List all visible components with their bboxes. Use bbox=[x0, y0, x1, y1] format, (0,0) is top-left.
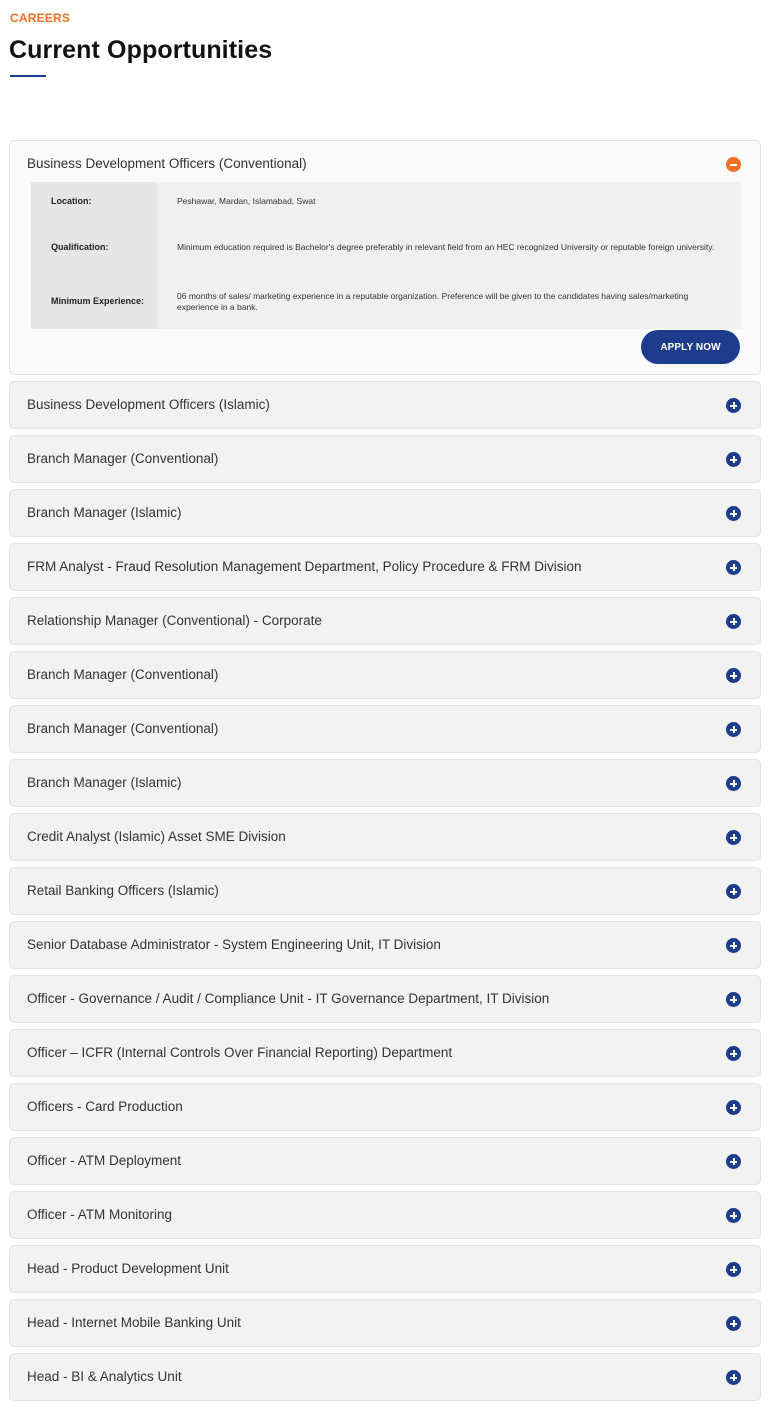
job-item[interactable]: Relationship Manager (Conventional) - Co… bbox=[9, 597, 761, 645]
detail-row-experience: Minimum Experience: 06 months of sales/ … bbox=[31, 274, 741, 329]
plus-circle-icon[interactable] bbox=[726, 1370, 741, 1385]
job-title[interactable]: Head - BI & Analytics Unit bbox=[27, 1354, 182, 1400]
job-title[interactable]: Officers - Card Production bbox=[27, 1084, 183, 1130]
job-item[interactable]: Branch Manager (Conventional) bbox=[9, 651, 761, 699]
job-title[interactable]: Branch Manager (Islamic) bbox=[27, 490, 182, 536]
job-title[interactable]: Business Development Officers (Islamic) bbox=[27, 382, 270, 428]
job-item[interactable]: Branch Manager (Conventional) bbox=[9, 435, 761, 483]
job-title[interactable]: Branch Manager (Conventional) bbox=[27, 706, 218, 752]
job-item[interactable]: Officer - ATM Monitoring bbox=[9, 1191, 761, 1239]
plus-circle-icon[interactable] bbox=[726, 398, 741, 413]
title-underline bbox=[10, 75, 46, 77]
job-title[interactable]: Head - Internet Mobile Banking Unit bbox=[27, 1300, 241, 1346]
plus-circle-icon[interactable] bbox=[726, 1208, 741, 1223]
plus-circle-icon[interactable] bbox=[726, 992, 741, 1007]
detail-value: 06 months of sales/ marketing experience… bbox=[177, 290, 689, 312]
plus-circle-icon[interactable] bbox=[726, 506, 741, 521]
job-title[interactable]: Branch Manager (Islamic) bbox=[27, 760, 182, 806]
plus-circle-icon[interactable] bbox=[726, 722, 741, 737]
job-title[interactable]: Officer – ICFR (Internal Controls Over F… bbox=[27, 1030, 452, 1076]
job-item[interactable]: Officer - Governance / Audit / Complianc… bbox=[9, 975, 761, 1023]
job-title[interactable]: Relationship Manager (Conventional) - Co… bbox=[27, 598, 322, 644]
page-title: Current Opportunities bbox=[9, 36, 273, 64]
plus-circle-icon[interactable] bbox=[726, 938, 741, 953]
job-item[interactable]: Branch Manager (Islamic) bbox=[9, 759, 761, 807]
plus-circle-icon[interactable] bbox=[726, 1046, 741, 1061]
job-item-expanded: Business Development Officers (Conventio… bbox=[9, 140, 761, 375]
plus-circle-icon[interactable] bbox=[726, 452, 741, 467]
job-title[interactable]: Retail Banking Officers (Islamic) bbox=[27, 868, 219, 914]
job-title[interactable]: Officer - ATM Deployment bbox=[27, 1138, 181, 1184]
plus-circle-icon[interactable] bbox=[726, 614, 741, 629]
plus-circle-icon[interactable] bbox=[726, 1154, 741, 1169]
detail-label: Location: bbox=[31, 182, 157, 220]
plus-circle-icon[interactable] bbox=[726, 884, 741, 899]
plus-circle-icon[interactable] bbox=[726, 560, 741, 575]
job-item[interactable]: Head - BI & Analytics Unit bbox=[9, 1353, 761, 1401]
job-accordion: Business Development Officers (Conventio… bbox=[9, 140, 761, 1407]
job-item[interactable]: Retail Banking Officers (Islamic) bbox=[9, 867, 761, 915]
plus-circle-icon[interactable] bbox=[726, 776, 741, 791]
minus-circle-icon[interactable] bbox=[726, 157, 741, 172]
job-item[interactable]: Officer - ATM Deployment bbox=[9, 1137, 761, 1185]
job-item[interactable]: Head - Internet Mobile Banking Unit bbox=[9, 1299, 761, 1347]
job-title[interactable]: Credit Analyst (Islamic) Asset SME Divis… bbox=[27, 814, 286, 860]
careers-eyebrow: CAREERS bbox=[10, 11, 71, 25]
job-title[interactable]: Officer - ATM Monitoring bbox=[27, 1192, 172, 1238]
job-item[interactable]: Senior Database Administrator - System E… bbox=[9, 921, 761, 969]
job-title[interactable]: Senior Database Administrator - System E… bbox=[27, 922, 441, 968]
detail-row-qualification: Qualification: Minimum education require… bbox=[31, 220, 741, 274]
job-title[interactable]: Officer - Governance / Audit / Complianc… bbox=[27, 976, 549, 1022]
job-title[interactable]: Branch Manager (Conventional) bbox=[27, 436, 218, 482]
plus-circle-icon[interactable] bbox=[726, 668, 741, 683]
job-item[interactable]: Officer – ICFR (Internal Controls Over F… bbox=[9, 1029, 761, 1077]
job-title[interactable]: Head - Product Development Unit bbox=[27, 1246, 229, 1292]
job-item[interactable]: Head - Product Development Unit bbox=[9, 1245, 761, 1293]
job-title[interactable]: FRM Analyst - Fraud Resolution Managemen… bbox=[27, 544, 581, 590]
job-title[interactable]: Business Development Officers (Conventio… bbox=[27, 141, 307, 187]
job-item[interactable]: Branch Manager (Islamic) bbox=[9, 489, 761, 537]
job-title[interactable]: Branch Manager (Conventional) bbox=[27, 652, 218, 698]
apply-now-button[interactable]: APPLY NOW bbox=[641, 330, 740, 364]
job-item[interactable]: Branch Manager (Conventional) bbox=[9, 705, 761, 753]
plus-circle-icon[interactable] bbox=[726, 1100, 741, 1115]
job-item[interactable]: FRM Analyst - Fraud Resolution Managemen… bbox=[9, 543, 761, 591]
plus-circle-icon[interactable] bbox=[726, 1316, 741, 1331]
detail-value: Minimum education required is Bachelor's… bbox=[177, 241, 715, 252]
job-item[interactable]: Credit Analyst (Islamic) Asset SME Divis… bbox=[9, 813, 761, 861]
plus-circle-icon[interactable] bbox=[726, 1262, 741, 1277]
detail-label: Qualification: bbox=[31, 220, 157, 274]
job-item[interactable]: Officers - Card Production bbox=[9, 1083, 761, 1131]
job-item[interactable]: Business Development Officers (Islamic) bbox=[9, 381, 761, 429]
job-details-table: Location: Peshawar, Mardan, Islamabad, S… bbox=[31, 182, 741, 329]
detail-value: Peshawar, Mardan, Islamabad, Swat bbox=[177, 195, 316, 206]
detail-label: Minimum Experience: bbox=[31, 274, 157, 329]
detail-row-location: Location: Peshawar, Mardan, Islamabad, S… bbox=[31, 182, 741, 220]
plus-circle-icon[interactable] bbox=[726, 830, 741, 845]
